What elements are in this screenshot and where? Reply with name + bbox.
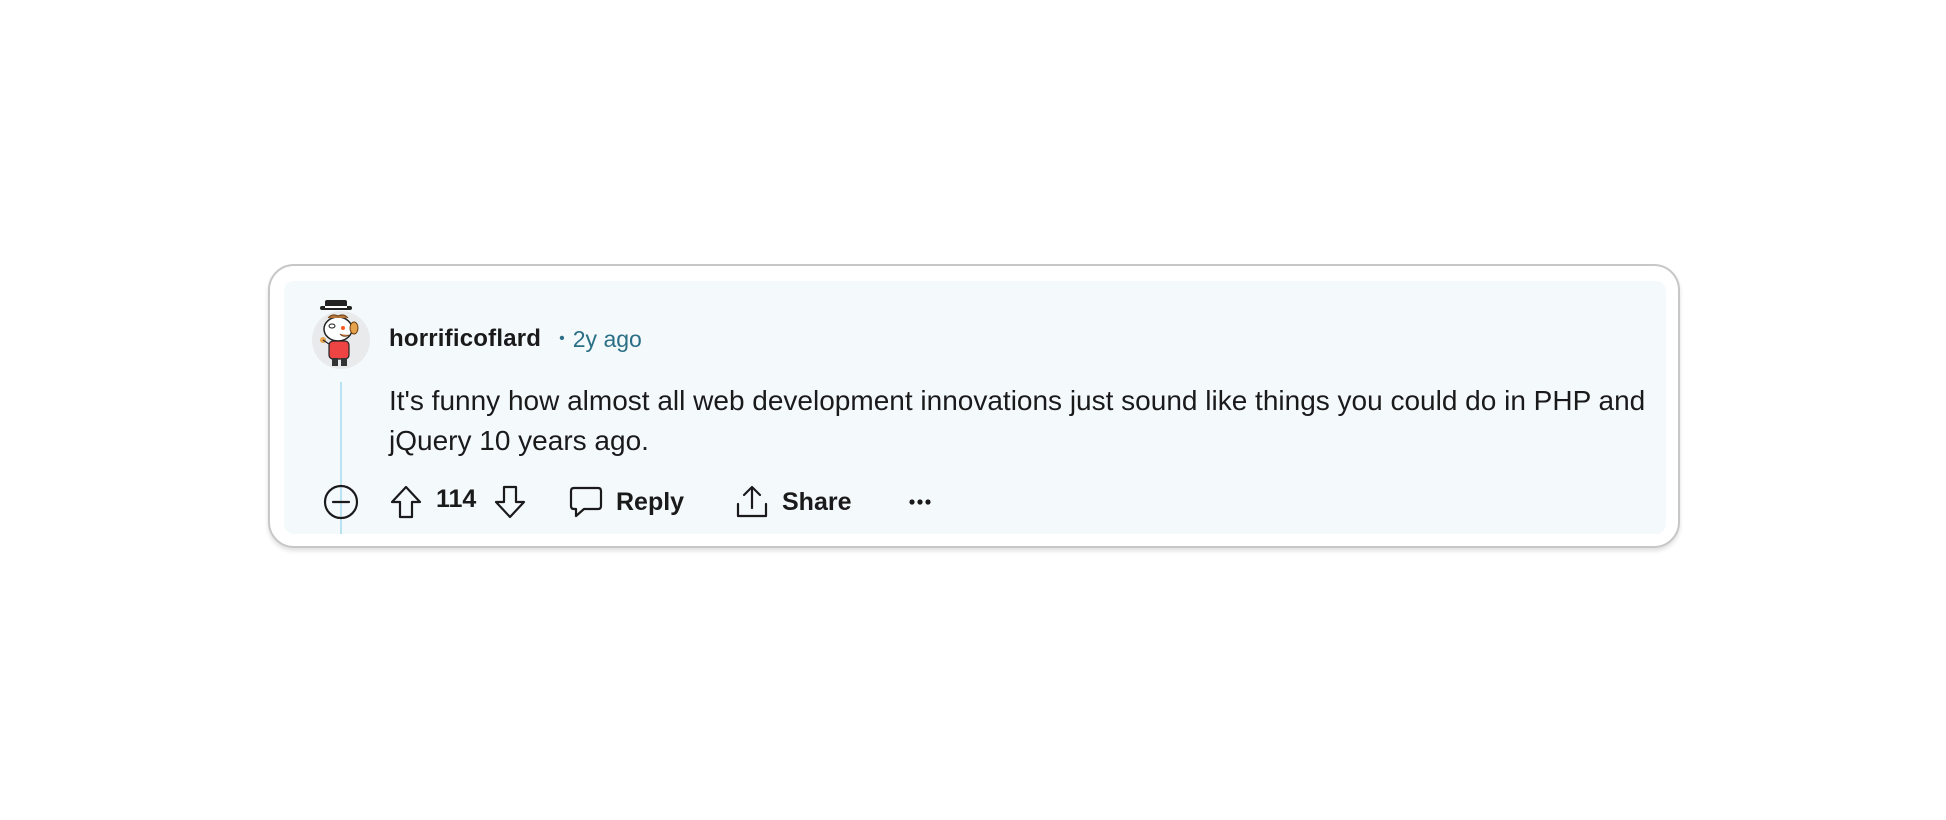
share-label: Share <box>782 487 852 516</box>
comment-meta: horrificoflard • 2y ago <box>389 321 642 357</box>
downvote-button[interactable] <box>492 484 528 520</box>
reply-label: Reply <box>616 487 685 516</box>
ellipsis-icon <box>909 499 931 505</box>
downvote-arrow-icon <box>494 485 526 519</box>
collapse-button[interactable] <box>322 483 360 521</box>
share-button[interactable]: Share <box>734 482 851 522</box>
username-link[interactable]: horrificoflard <box>389 325 541 353</box>
comment-body: It's funny how almost all web developmen… <box>389 385 1646 456</box>
meta-separator: • <box>559 330 565 347</box>
upvote-arrow-icon <box>390 485 422 519</box>
share-upload-icon <box>736 485 768 518</box>
comment-actions: 114 Reply Share <box>322 478 1652 526</box>
more-options-button[interactable] <box>900 482 940 522</box>
collapse-minus-icon <box>323 484 359 520</box>
reply-button[interactable]: Reply <box>568 482 684 522</box>
speech-bubble-icon <box>569 486 603 518</box>
timestamp-link[interactable]: 2y ago <box>573 326 642 353</box>
user-avatar-icon[interactable] <box>310 300 372 372</box>
upvote-button[interactable] <box>388 484 424 520</box>
vote-score: 114 <box>436 485 477 513</box>
